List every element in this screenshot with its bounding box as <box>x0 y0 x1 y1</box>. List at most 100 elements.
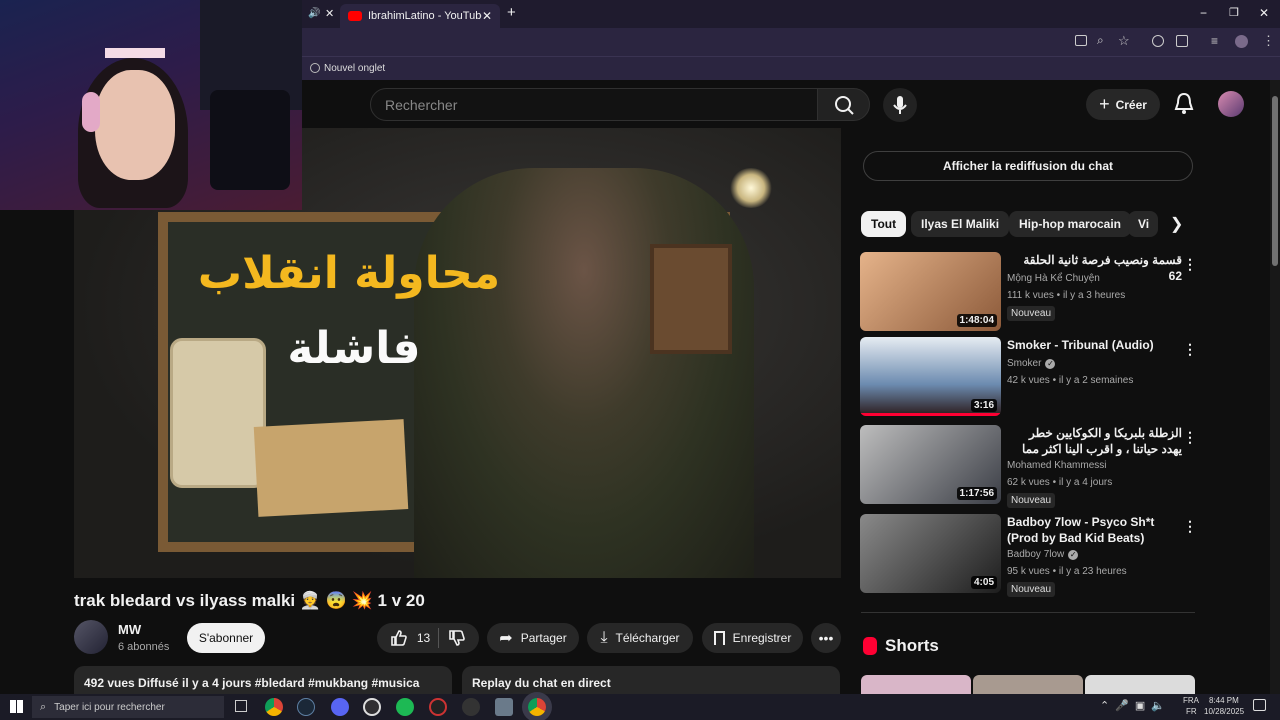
save-label: Enregistrer <box>732 631 792 645</box>
windows-taskbar: ⌕ Taper ici pour rechercher ⌃🎤▣🔈 FRA FR … <box>0 694 1280 720</box>
recommendation-channel[interactable]: Mộng Hà Kể Chuyện <box>1007 273 1100 284</box>
taskbar-search-input[interactable]: ⌕ Taper ici pour rechercher <box>32 696 224 718</box>
subscriber-count: 6 abonnés <box>118 641 170 653</box>
language-bottom[interactable]: FR <box>1186 707 1197 716</box>
chrome-icon[interactable] <box>265 698 283 716</box>
verified-icon: ✓ <box>1068 549 1079 560</box>
minimize-icon[interactable]: − <box>1200 6 1207 20</box>
recommendation-title[interactable]: Badboy 7low - Psyco Sh*t (Prod by Bad Ki… <box>1007 514 1182 546</box>
new-badge: Nouveau <box>1007 306 1056 321</box>
search-input[interactable]: Rechercher <box>370 88 818 121</box>
channel-name[interactable]: MW <box>118 622 141 637</box>
download-icon: ⤓ <box>600 629 608 646</box>
scrollbar-thumb[interactable] <box>1272 96 1278 266</box>
tab-youtube[interactable]: IbrahimLatino - YouTube ✕ <box>340 4 500 28</box>
like-icon[interactable] <box>389 628 409 648</box>
chip-vi[interactable]: Vi <box>1128 211 1158 237</box>
close-icon[interactable]: ✕ <box>325 7 334 20</box>
chip-hip-hop-marocain[interactable]: Hip-hop marocain <box>1009 211 1132 237</box>
like-divider <box>438 628 440 648</box>
short-thumbnail[interactable] <box>861 675 971 695</box>
app-icon[interactable] <box>429 698 447 716</box>
video-duration: 1:48:04 <box>956 314 997 327</box>
account-avatar[interactable] <box>1218 91 1244 117</box>
windows-start-icon[interactable] <box>10 700 23 713</box>
profile-icon[interactable] <box>1235 35 1248 48</box>
webcam-person-face <box>95 70 175 180</box>
recommendation-channel[interactable]: Mohamed Khammessi <box>1007 460 1106 471</box>
new-tab-icon[interactable]: + <box>507 4 516 21</box>
webcam-chair <box>210 90 290 190</box>
more-vertical-icon[interactable]: ⋮ <box>1183 429 1197 445</box>
recommendation-thumbnail[interactable]: 3:16 <box>860 337 1001 416</box>
create-button[interactable]: + Créer <box>1086 89 1160 120</box>
share-button[interactable]: ➦ Partager <box>487 623 579 653</box>
recommendation-item[interactable]: 1:17:56 الزطلة بلبريكا و الكوكايين خطر ي… <box>860 425 1200 508</box>
new-badge: Nouveau <box>1007 582 1056 597</box>
menu-icon[interactable]: ⋮ <box>1262 33 1275 49</box>
recommendation-meta: 111 k vues • il y a 3 heures <box>1007 290 1126 301</box>
live-chat-replay-box[interactable]: Replay du chat en direct <box>462 666 840 696</box>
webcam-cat-ears <box>105 48 165 62</box>
search-button[interactable] <box>817 88 870 121</box>
recommendation-channel[interactable]: Badboy 7low ✓ <box>1007 549 1079 560</box>
more-actions-button[interactable]: ••• <box>811 623 841 653</box>
maximize-icon[interactable]: ❐ <box>1229 6 1239 19</box>
bookmark-new-tab[interactable]: Nouvel onglet <box>324 63 385 74</box>
short-thumbnail[interactable] <box>1085 675 1195 695</box>
app-icon[interactable] <box>462 698 480 716</box>
page-scrollbar[interactable] <box>1270 80 1280 694</box>
thumbnail-text-line2: فاشلة <box>287 323 421 374</box>
app-icon[interactable] <box>495 698 513 716</box>
window-close-icon[interactable]: ✕ <box>1259 6 1269 20</box>
download-button[interactable]: ⤓ Télécharger <box>587 623 693 653</box>
voice-search-button[interactable] <box>883 88 917 122</box>
chip-all[interactable]: Tout <box>861 211 907 237</box>
system-tray-icons[interactable]: ⌃🎤▣🔈 <box>1100 699 1171 712</box>
zoom-icon[interactable]: ⌕ <box>1097 33 1104 48</box>
spotify-icon[interactable] <box>396 698 414 716</box>
chevron-right-icon[interactable]: ❯ <box>1170 214 1183 234</box>
recommendation-thumbnail[interactable]: 1:17:56 <box>860 425 1001 504</box>
save-button[interactable]: Enregistrer <box>702 623 803 653</box>
channel-avatar[interactable] <box>74 620 108 654</box>
notification-center-icon[interactable] <box>1253 699 1266 711</box>
recommendation-thumbnail[interactable]: 1:48:04 <box>860 252 1001 331</box>
obs-icon[interactable] <box>363 698 381 716</box>
discord-icon[interactable] <box>331 698 349 716</box>
language-top[interactable]: FRA <box>1183 696 1199 705</box>
recommendation-title[interactable]: Smoker - Tribunal (Audio) <box>1007 337 1182 353</box>
more-vertical-icon[interactable]: ⋮ <box>1183 518 1197 534</box>
task-view-icon[interactable] <box>235 700 247 712</box>
steam-icon[interactable] <box>297 698 315 716</box>
webcam-headset <box>82 92 100 132</box>
show-chat-replay-button[interactable]: Afficher la rediffusion du chat <box>863 151 1193 181</box>
more-vertical-icon[interactable]: ⋮ <box>1183 256 1197 272</box>
more-vertical-icon[interactable]: ⋮ <box>1183 341 1197 357</box>
recommendation-item[interactable]: 1:48:04 قسمة ونصيب فرصة ثانية الحلقة 62 … <box>860 252 1200 332</box>
clock-date[interactable]: 10/28/2025 <box>1204 707 1244 716</box>
shorts-divider <box>861 612 1195 613</box>
like-count: 13 <box>416 631 431 645</box>
recommendation-item[interactable]: 4:05 Badboy 7low - Psyco Sh*t (Prod by B… <box>860 514 1200 597</box>
bookmark-star-icon[interactable]: ☆ <box>1118 33 1130 49</box>
clock-time[interactable]: 8:44 PM <box>1209 696 1239 705</box>
chip-ilyas-el-maliki[interactable]: Ilyas El Maliki <box>911 211 1010 237</box>
recommendation-meta: 42 k vues • il y a 2 semaines <box>1007 375 1134 386</box>
description-box[interactable]: 492 vues Diffusé il y a 4 jours #bledard… <box>74 666 452 696</box>
recommendation-title[interactable]: الزطلة بلبريكا و الكوكايين خطر يهدد حيات… <box>1007 425 1182 457</box>
notifications-bell-icon[interactable] <box>1172 91 1196 117</box>
extension-icon[interactable] <box>1152 35 1164 47</box>
puzzle-icon[interactable] <box>1176 35 1188 47</box>
recommendation-thumbnail[interactable]: 4:05 <box>860 514 1001 593</box>
install-app-icon[interactable] <box>1075 35 1087 46</box>
close-tab-icon[interactable]: ✕ <box>482 9 492 23</box>
recommendation-channel[interactable]: Smoker ✓ <box>1007 358 1056 369</box>
verified-icon: ✓ <box>1045 358 1056 369</box>
subscribe-button[interactable]: S'abonner <box>187 623 265 653</box>
dislike-icon[interactable] <box>447 628 467 648</box>
short-thumbnail[interactable] <box>973 675 1083 695</box>
chrome-active-icon[interactable] <box>528 698 546 716</box>
tab-search-icon[interactable]: ≡ <box>1211 34 1218 48</box>
recommendation-item[interactable]: 3:16 Smoker - Tribunal (Audio) Smoker ✓ … <box>860 337 1200 417</box>
